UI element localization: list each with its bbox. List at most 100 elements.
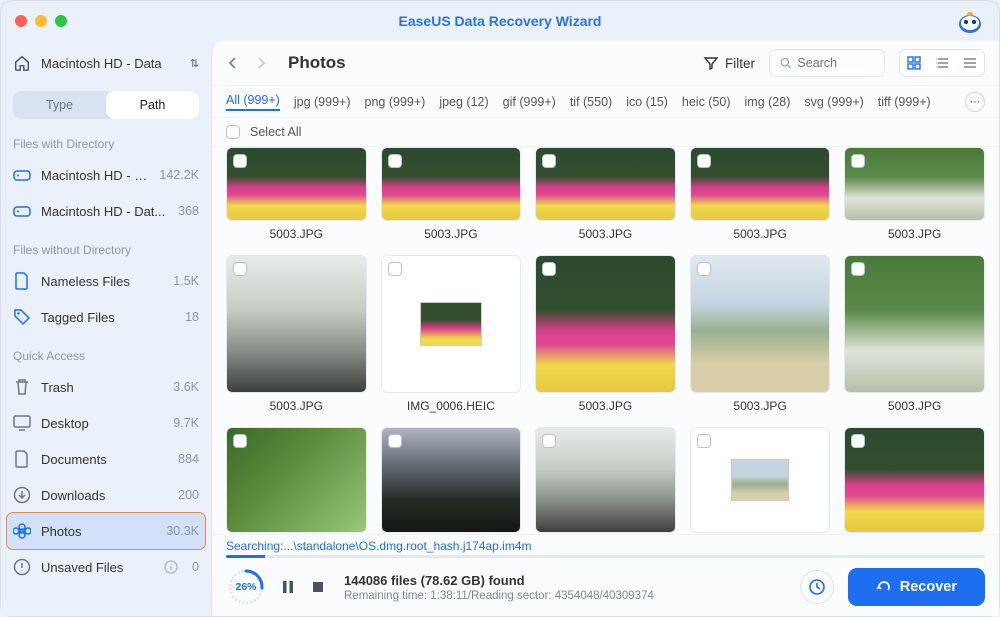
file-card[interactable]: IMG_0006.HEIC <box>381 255 522 413</box>
thumbnail[interactable] <box>381 147 522 221</box>
sidebar-drive-0[interactable]: Macintosh HD - D... 142.2K <box>1 157 211 193</box>
stop-button[interactable] <box>310 579 326 595</box>
file-name: 5003.JPG <box>733 227 786 241</box>
recover-icon <box>876 579 892 595</box>
scan-remaining-line: Remaining time: 1:38:11/Reading sector: … <box>344 590 654 602</box>
search-icon <box>780 56 791 70</box>
file-card[interactable] <box>226 427 367 533</box>
file-card[interactable]: 5003.JPG <box>690 147 831 241</box>
file-checkbox[interactable] <box>697 154 711 168</box>
file-card[interactable]: 5003.JPG <box>381 147 522 241</box>
ftab-jpg[interactable]: jpg (999+) <box>294 95 351 109</box>
ftab-tiff[interactable]: tiff (999+) <box>878 95 931 109</box>
file-card[interactable]: 5003.JPG <box>535 147 676 241</box>
filter-button[interactable]: Filter <box>703 55 755 71</box>
section-with-directory: Files with Directory <box>1 123 211 157</box>
thumbnail[interactable] <box>844 147 985 221</box>
sidebar-trash[interactable]: Trash 3.6K <box>1 369 211 405</box>
back-button[interactable] <box>226 56 240 70</box>
ftab-jpeg[interactable]: jpeg (12) <box>439 95 488 109</box>
alert-icon <box>13 558 31 576</box>
maximize-icon[interactable] <box>55 15 67 27</box>
select-all-row: Select All <box>212 117 999 147</box>
file-card[interactable] <box>381 427 522 533</box>
file-checkbox[interactable] <box>388 434 402 448</box>
file-card[interactable] <box>690 427 831 533</box>
file-card[interactable]: 5003.JPG <box>844 147 985 241</box>
thumbnail[interactable] <box>535 147 676 221</box>
thumbnail[interactable] <box>690 255 831 393</box>
file-checkbox[interactable] <box>697 434 711 448</box>
filter-tabs: All (999+) jpg (999+) png (999+) jpeg (1… <box>212 85 999 117</box>
file-checkbox[interactable] <box>697 262 711 276</box>
segment-path[interactable]: Path <box>106 91 199 119</box>
sidebar-downloads[interactable]: Downloads 200 <box>1 477 211 513</box>
history-button[interactable] <box>800 570 834 604</box>
forward-button[interactable] <box>254 56 268 70</box>
file-icon <box>13 272 31 290</box>
view-detail-button[interactable] <box>956 50 984 76</box>
close-icon[interactable] <box>15 15 27 27</box>
drive-selector[interactable]: Macintosh HD - Data ⇅ <box>1 45 211 81</box>
sidebar-tagged-files[interactable]: Tagged Files 18 <box>1 299 211 335</box>
minimize-icon[interactable] <box>35 15 47 27</box>
more-tabs-button[interactable]: ⋯ <box>965 92 985 112</box>
search-input[interactable] <box>797 56 874 70</box>
sidebar-documents[interactable]: Documents 884 <box>1 441 211 477</box>
file-checkbox[interactable] <box>851 154 865 168</box>
file-checkbox[interactable] <box>542 434 556 448</box>
thumbnail[interactable] <box>844 427 985 533</box>
recover-button[interactable]: Recover <box>848 568 985 606</box>
ftab-png[interactable]: png (999+) <box>365 95 426 109</box>
sidebar-nameless-files[interactable]: Nameless Files 1.5K <box>1 263 211 299</box>
desktop-icon <box>13 414 31 432</box>
file-name: 5003.JPG <box>270 399 323 413</box>
view-grid-button[interactable] <box>900 50 928 76</box>
thumbnail[interactable] <box>690 147 831 221</box>
file-card[interactable]: 5003.JPG <box>844 255 985 413</box>
sidebar-desktop[interactable]: Desktop 9.7K <box>1 405 211 441</box>
pause-button[interactable] <box>280 579 296 595</box>
file-checkbox[interactable] <box>542 262 556 276</box>
ftab-ico[interactable]: ico (15) <box>626 95 668 109</box>
file-name: 5003.JPG <box>733 399 786 413</box>
file-checkbox[interactable] <box>388 262 402 276</box>
ftab-heic[interactable]: heic (50) <box>682 95 731 109</box>
file-card[interactable]: 5003.JPG <box>535 255 676 413</box>
file-card[interactable]: 5003.JPG <box>690 255 831 413</box>
file-checkbox[interactable] <box>542 154 556 168</box>
thumbnail[interactable] <box>226 255 367 393</box>
ftab-gif[interactable]: gif (999+) <box>503 95 556 109</box>
thumbnail[interactable] <box>381 255 522 393</box>
search-box[interactable] <box>769 49 885 77</box>
thumbnail[interactable] <box>226 427 367 533</box>
info-icon[interactable] <box>164 560 178 574</box>
file-checkbox[interactable] <box>851 434 865 448</box>
ftab-img[interactable]: img (28) <box>745 95 791 109</box>
view-list-button[interactable] <box>928 50 956 76</box>
thumbnail[interactable] <box>690 427 831 533</box>
file-card[interactable] <box>844 427 985 533</box>
file-card[interactable]: 5003.JPG <box>226 147 367 241</box>
sidebar-photos[interactable]: Photos 30.3K <box>7 513 205 549</box>
sidebar-drive-1[interactable]: Macintosh HD - Dat... 368 <box>1 193 211 229</box>
thumbnail[interactable] <box>535 427 676 533</box>
ftab-all[interactable]: All (999+) <box>226 93 280 111</box>
select-all-checkbox[interactable] <box>226 125 240 139</box>
file-checkbox[interactable] <box>851 262 865 276</box>
ftab-svg[interactable]: svg (999+) <box>804 95 863 109</box>
file-card[interactable]: 5003.JPG <box>226 255 367 413</box>
thumbnail[interactable] <box>226 147 367 221</box>
thumbnail[interactable] <box>844 255 985 393</box>
thumbnail[interactable] <box>381 427 522 533</box>
file-checkbox[interactable] <box>233 434 247 448</box>
segment-type[interactable]: Type <box>13 91 106 119</box>
file-checkbox[interactable] <box>233 154 247 168</box>
mascot-icon[interactable] <box>955 8 985 34</box>
file-checkbox[interactable] <box>233 262 247 276</box>
file-checkbox[interactable] <box>388 154 402 168</box>
file-card[interactable] <box>535 427 676 533</box>
ftab-tif[interactable]: tif (550) <box>570 95 612 109</box>
sidebar-unsaved-files[interactable]: Unsaved Files 0 <box>1 549 211 585</box>
thumbnail[interactable] <box>535 255 676 393</box>
